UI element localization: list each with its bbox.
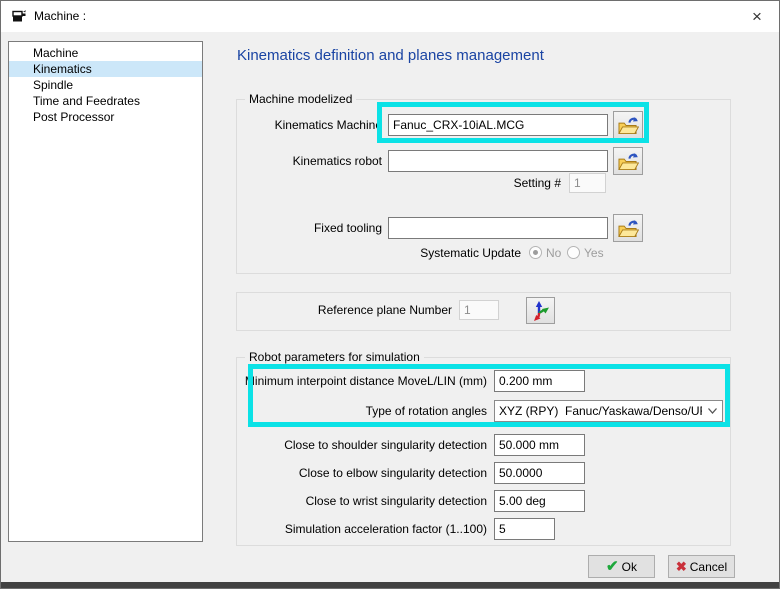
fixed-tooling-browse-button[interactable] [613, 214, 643, 242]
sidebar-item-time-feedrates[interactable]: Time and Feedrates [9, 93, 202, 109]
machine-modelized-group: Machine modelized Kinematics Machine Kin… [236, 99, 731, 274]
setting-number-label: Setting # [514, 173, 561, 193]
category-list: Machine Kinematics Spindle Time and Feed… [8, 41, 203, 542]
cancel-button-label: Cancel [690, 560, 727, 574]
systematic-update-yes-label: Yes [584, 246, 604, 261]
cancel-button[interactable]: ✖ Cancel [668, 555, 735, 578]
open-folder-icon [617, 219, 639, 238]
shoulder-singularity-input[interactable] [494, 434, 585, 456]
kinematics-robot-label: Kinematics robot [293, 150, 382, 172]
rotation-angles-label: Type of rotation angles [366, 400, 487, 422]
robot-parameters-group: Robot parameters for simulation Minimum … [236, 357, 731, 546]
min-interpoint-distance-input[interactable] [494, 370, 585, 392]
kinematics-machine-browse-button[interactable] [613, 111, 643, 139]
kinematics-robot-input[interactable] [388, 150, 608, 172]
window-bottom-edge [0, 582, 780, 589]
sidebar-item-kinematics[interactable]: Kinematics [9, 61, 202, 77]
xyz-axes-icon [530, 300, 551, 321]
open-folder-icon [617, 116, 639, 135]
min-interpoint-distance-label: Minimum interpoint distance MoveL/LIN (m… [245, 370, 487, 392]
acceleration-factor-label: Simulation acceleration factor (1..100) [285, 518, 487, 540]
reference-plane-label: Reference plane Number [318, 300, 452, 320]
fixed-tooling-label: Fixed tooling [314, 217, 382, 239]
sidebar-item-spindle[interactable]: Spindle [9, 77, 202, 93]
chevron-down-icon [702, 408, 722, 414]
acceleration-factor-input[interactable] [494, 518, 555, 540]
ok-button-label: Ok [622, 560, 637, 574]
elbow-singularity-input[interactable] [494, 462, 585, 484]
close-icon[interactable]: × [741, 5, 773, 29]
systematic-update-no-radio [529, 246, 542, 259]
group-title: Machine modelized [245, 92, 356, 106]
rotation-angles-value: XYZ (RPY) Fanuc/Yaskawa/Denso/UR/Elit [495, 404, 702, 418]
reference-plane-input [459, 300, 499, 320]
rotation-angles-select[interactable]: XYZ (RPY) Fanuc/Yaskawa/Denso/UR/Elit [494, 400, 723, 422]
page-title: Kinematics definition and planes managem… [237, 47, 544, 64]
open-folder-icon [617, 152, 639, 171]
systematic-update-label: Systematic Update [420, 245, 521, 261]
sidebar-item-post-processor[interactable]: Post Processor [9, 109, 202, 125]
ok-button[interactable]: ✔ Ok [588, 555, 655, 578]
check-icon: ✔ [606, 559, 619, 574]
systematic-update-no-label: No [546, 246, 561, 261]
machine-icon [11, 9, 28, 25]
reference-plane-axes-button[interactable] [526, 297, 555, 324]
wrist-singularity-label: Close to wrist singularity detection [306, 490, 487, 512]
shoulder-singularity-label: Close to shoulder singularity detection [284, 434, 487, 456]
systematic-update-yes-radio [567, 246, 580, 259]
x-icon: ✖ [676, 560, 687, 573]
elbow-singularity-label: Close to elbow singularity detection [299, 462, 487, 484]
fixed-tooling-input[interactable] [388, 217, 608, 239]
wrist-singularity-input[interactable] [494, 490, 585, 512]
sidebar-item-machine[interactable]: Machine [9, 45, 202, 61]
window-title: Machine : [34, 9, 86, 23]
kinematics-machine-input[interactable] [388, 114, 608, 136]
kinematics-robot-browse-button[interactable] [613, 147, 643, 175]
reference-plane-group: Reference plane Number [236, 292, 731, 331]
kinematics-machine-label: Kinematics Machine [275, 114, 382, 136]
title-bar: Machine : × [1, 1, 779, 32]
setting-number-input [569, 173, 606, 193]
group-title: Robot parameters for simulation [245, 350, 424, 364]
